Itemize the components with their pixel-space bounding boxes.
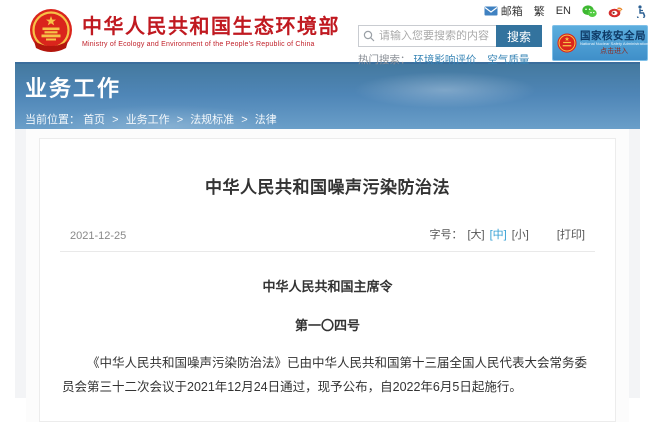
site-header: 中华人民共和国生态环境部 Ministry of Ecology and Env…: [15, 0, 640, 62]
badge-title: 国家核安全局: [580, 31, 648, 42]
article-date: 2021-12-25: [70, 230, 126, 242]
article-meta-row: 2021-12-25 字号： [大] [中] [小] [打印]: [60, 226, 595, 252]
wechat-icon: [582, 5, 597, 18]
breadcrumb: 当前位置： 首页 > 业务工作 > 法规标准 > 法律: [25, 111, 640, 127]
top-utility-bar: 邮箱 繁 EN: [358, 3, 648, 19]
site-title: 中华人民共和国生态环境部: [82, 15, 340, 39]
site-logo-link[interactable]: 中华人民共和国生态环境部 Ministry of Ecology and Env…: [29, 8, 340, 54]
national-emblem-icon: [29, 8, 73, 54]
breadcrumb-label: 当前位置：: [25, 114, 80, 126]
print-button[interactable]: [打印]: [557, 229, 585, 241]
mail-label: 邮箱: [501, 3, 523, 19]
mail-link[interactable]: 邮箱: [484, 3, 523, 19]
envelope-icon: [484, 6, 498, 16]
english-toggle[interactable]: EN: [556, 5, 571, 17]
accessibility-link[interactable]: [634, 5, 646, 18]
search-input-wrap: [358, 25, 496, 47]
weibo-link[interactable]: [608, 5, 623, 18]
font-size-large-button[interactable]: [大]: [468, 229, 485, 241]
search-button[interactable]: 搜索: [496, 25, 542, 47]
site-subtitle: Ministry of Ecology and Environment of t…: [82, 41, 340, 48]
hot-search-link-eia[interactable]: 环境影响评价: [413, 54, 476, 66]
traditional-chinese-toggle[interactable]: 繁: [534, 3, 545, 19]
font-size-bar: 字号： [大] [中] [小] [打印]: [430, 226, 586, 242]
page-wrapper: 中华人民共和国生态环境部 Ministry of Ecology and Env…: [15, 0, 640, 398]
doc-signature: 中华人民共和国主席 习近平: [60, 419, 595, 422]
badge-subtitle: National Nuclear Safety Administration: [580, 42, 648, 46]
section-title: 业务工作: [25, 71, 640, 103]
site-name-block: 中华人民共和国生态环境部 Ministry of Ecology and Env…: [82, 15, 340, 48]
font-size-label: 字号：: [430, 229, 463, 241]
doc-number: 第一〇四号: [60, 315, 595, 334]
font-size-medium-button[interactable]: [中]: [490, 229, 507, 241]
weibo-icon: [608, 5, 623, 18]
accessibility-icon: [634, 5, 646, 18]
breadcrumb-separator: >: [177, 114, 183, 126]
breadcrumb-item-laws[interactable]: 法律: [255, 114, 277, 126]
search-icon: [363, 30, 375, 42]
search-area: 搜索 热门搜索： 环境影响评价 空气质量: [358, 25, 542, 67]
wechat-link[interactable]: [582, 5, 597, 18]
hot-search-row: 热门搜索： 环境影响评价 空气质量: [358, 52, 542, 67]
article-card: 中华人民共和国噪声污染防治法 2021-12-25 字号： [大] [中] [小] [打…: [39, 138, 616, 422]
nuclear-safety-badge[interactable]: 国家核安全局 National Nuclear Safety Administr…: [552, 25, 648, 61]
article-title: 中华人民共和国噪声污染防治法: [60, 173, 595, 198]
badge-emblem-icon: [557, 33, 577, 54]
content-inner: 中华人民共和国噪声污染防治法 2021-12-25 字号： [大] [中] [小] [打…: [26, 129, 629, 422]
breadcrumb-item-standards[interactable]: 法规标准: [190, 114, 234, 126]
doc-paragraph: 《中华人民共和国噪声污染防治法》已由中华人民共和国第十三届全国人民代表大会常务委…: [60, 351, 595, 400]
badge-action: 点击进入: [580, 48, 648, 55]
breadcrumb-separator: >: [112, 114, 118, 126]
hot-search-link-air[interactable]: 空气质量: [487, 54, 529, 66]
header-right: 邮箱 繁 EN: [358, 3, 648, 67]
doc-heading: 中华人民共和国主席令: [60, 276, 595, 295]
breadcrumb-item-home[interactable]: 首页: [83, 114, 105, 126]
content-area: 中华人民共和国噪声污染防治法 2021-12-25 字号： [大] [中] [小] [打…: [15, 129, 640, 398]
breadcrumb-separator: >: [241, 114, 247, 126]
font-size-small-button[interactable]: [小]: [512, 229, 529, 241]
breadcrumb-item-work[interactable]: 业务工作: [126, 114, 170, 126]
hot-search-label: 热门搜索：: [358, 54, 411, 66]
badge-text-block: 国家核安全局 National Nuclear Safety Administr…: [580, 31, 648, 56]
search-input[interactable]: [379, 30, 492, 42]
